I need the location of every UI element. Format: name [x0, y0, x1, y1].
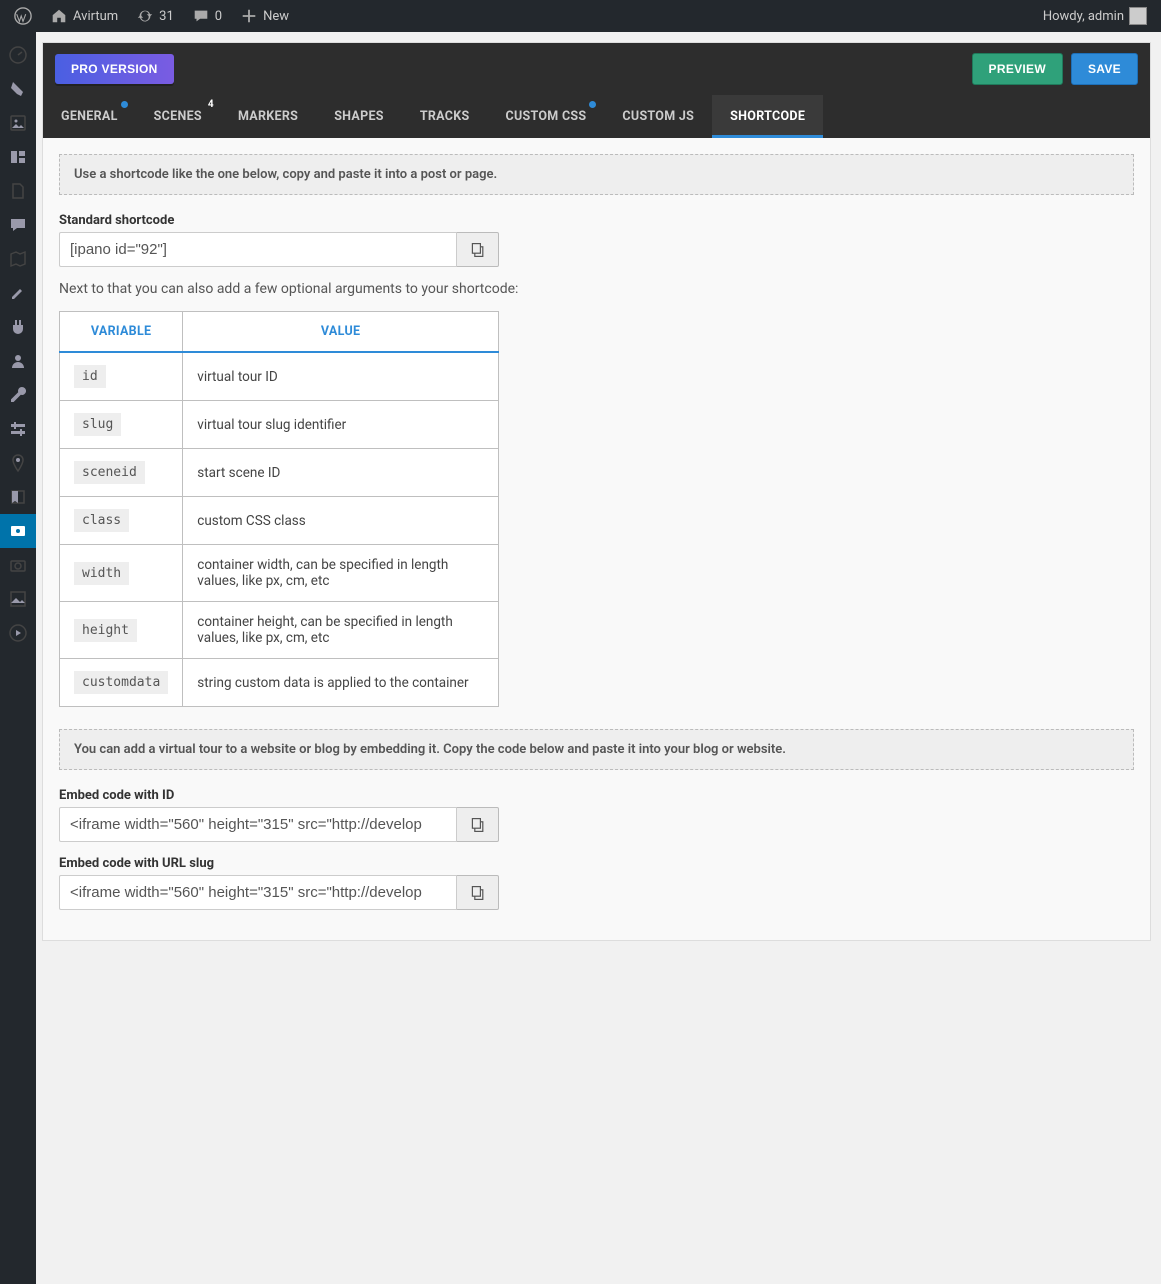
- copy-icon: [470, 885, 486, 901]
- standard-shortcode-input[interactable]: [59, 232, 457, 267]
- th-variable: VARIABLE: [60, 312, 183, 353]
- menu-users[interactable]: [0, 344, 36, 378]
- table-row: idvirtual tour ID: [60, 352, 499, 401]
- table-row: classcustom CSS class: [60, 497, 499, 545]
- tab-shapes[interactable]: SHAPES: [316, 95, 402, 138]
- howdy-text: Howdy, admin: [1043, 9, 1124, 24]
- editor-tabs: GENERALSCENES4MARKERSSHAPESTRACKSCUSTOM …: [43, 95, 1150, 138]
- tab-markers[interactable]: MARKERS: [220, 95, 316, 138]
- wordpress-icon: [14, 7, 32, 25]
- admin-bar: Avirtum 31 0 New Howdy, admin: [0, 0, 1161, 32]
- embed-id-input[interactable]: [59, 807, 457, 842]
- new-label: New: [263, 9, 289, 24]
- menu-book[interactable]: [0, 480, 36, 514]
- menu-media[interactable]: [0, 106, 36, 140]
- site-link[interactable]: Avirtum: [44, 7, 124, 25]
- main-content: PRO VERSION PREVIEW SAVE GENERALSCENES4M…: [36, 32, 1161, 1284]
- new-link[interactable]: New: [234, 7, 295, 25]
- menu-plugins[interactable]: [0, 310, 36, 344]
- menu-dashboard[interactable]: [0, 38, 36, 72]
- tab-general[interactable]: GENERAL: [43, 95, 136, 138]
- menu-pages[interactable]: [0, 174, 36, 208]
- label-embed-id: Embed code with ID: [59, 788, 1134, 803]
- menu-tools[interactable]: [0, 378, 36, 412]
- copy-embed-id-button[interactable]: [457, 807, 499, 842]
- menu-settings[interactable]: [0, 412, 36, 446]
- tab-scenes[interactable]: SCENES4: [136, 95, 220, 138]
- site-name: Avirtum: [73, 9, 118, 24]
- menu-comments[interactable]: [0, 208, 36, 242]
- updates-link[interactable]: 31: [130, 7, 180, 25]
- menu-posts[interactable]: [0, 72, 36, 106]
- comments-link[interactable]: 0: [186, 7, 228, 25]
- panel-header: PRO VERSION PREVIEW SAVE: [43, 43, 1150, 95]
- info-embed: You can add a virtual tour to a website …: [59, 729, 1134, 770]
- menu-ipano-active[interactable]: [0, 514, 36, 548]
- menu-maps[interactable]: [0, 242, 36, 276]
- comments-count: 0: [215, 9, 222, 24]
- plus-icon: [240, 7, 258, 25]
- table-row: sceneidstart scene ID: [60, 449, 499, 497]
- copy-embed-slug-button[interactable]: [457, 875, 499, 910]
- preview-button[interactable]: PREVIEW: [972, 53, 1063, 85]
- table-row: slugvirtual tour slug identifier: [60, 401, 499, 449]
- copy-icon: [470, 817, 486, 833]
- account-link[interactable]: Howdy, admin: [1037, 7, 1153, 25]
- tab-tracks[interactable]: TRACKS: [402, 95, 488, 138]
- refresh-icon: [136, 7, 154, 25]
- tab-custom-css[interactable]: CUSTOM CSS: [487, 95, 604, 138]
- menu-camera2[interactable]: [0, 548, 36, 582]
- args-note: Next to that you can also add a few opti…: [59, 281, 1134, 297]
- home-icon: [50, 7, 68, 25]
- table-row: customdatastring custom data is applied …: [60, 659, 499, 707]
- embed-slug-input[interactable]: [59, 875, 457, 910]
- admin-sidemenu: [0, 32, 36, 1284]
- editor-panel: PRO VERSION PREVIEW SAVE GENERALSCENES4M…: [42, 42, 1151, 941]
- label-embed-slug: Embed code with URL slug: [59, 856, 1134, 871]
- copy-icon: [470, 242, 486, 258]
- table-row: heightcontainer height, can be specified…: [60, 602, 499, 659]
- tab-shortcode[interactable]: SHORTCODE: [712, 95, 823, 138]
- save-button[interactable]: SAVE: [1071, 53, 1138, 85]
- variables-table: VARIABLE VALUE idvirtual tour IDslugvirt…: [59, 311, 499, 707]
- copy-shortcode-button[interactable]: [457, 232, 499, 267]
- tab-body-shortcode: Use a shortcode like the one below, copy…: [43, 138, 1150, 940]
- menu-appearance[interactable]: [0, 276, 36, 310]
- avatar: [1129, 7, 1147, 25]
- tab-custom-js[interactable]: CUSTOM JS: [604, 95, 712, 138]
- pro-version-button[interactable]: PRO VERSION: [55, 54, 174, 84]
- info-shortcode: Use a shortcode like the one below, copy…: [59, 154, 1134, 195]
- menu-gallery[interactable]: [0, 582, 36, 616]
- comment-icon: [192, 7, 210, 25]
- table-row: widthcontainer width, can be specified i…: [60, 545, 499, 602]
- wp-logo-link[interactable]: [8, 7, 38, 25]
- updates-count: 31: [159, 9, 174, 24]
- menu-play[interactable]: [0, 616, 36, 650]
- menu-templates[interactable]: [0, 140, 36, 174]
- th-value: VALUE: [183, 312, 499, 353]
- label-standard-shortcode: Standard shortcode: [59, 213, 1134, 228]
- menu-marker[interactable]: [0, 446, 36, 480]
